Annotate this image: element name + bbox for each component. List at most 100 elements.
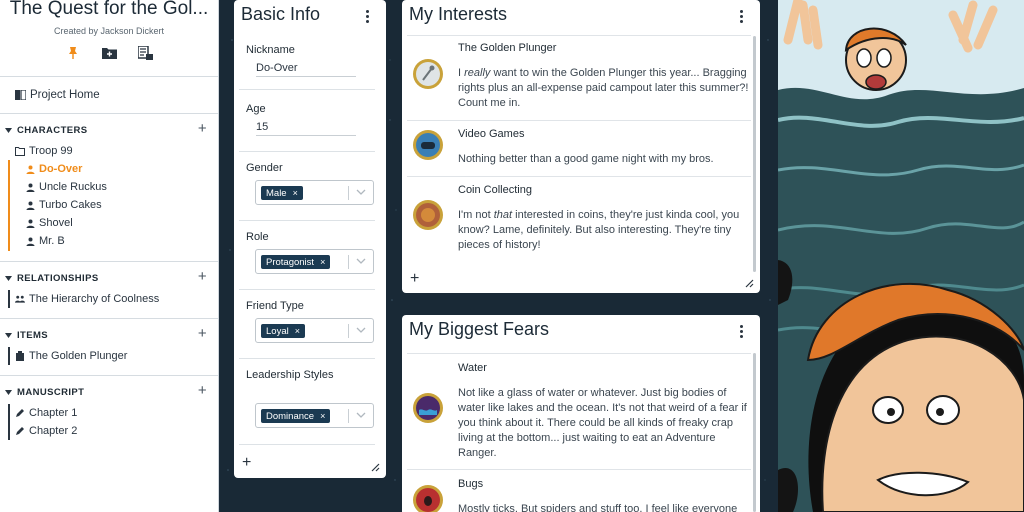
created-by: Created by Jackson Dickert [53,26,165,36]
more-options-icon[interactable] [366,10,370,23]
add-item-button[interactable]: + [198,325,207,342]
manuscript-header[interactable]: MANUSCRIPT + [0,382,218,400]
character-label: Turbo Cakes [39,199,102,211]
pencil-icon [15,408,25,418]
age-input[interactable]: 15 [256,121,356,136]
character-label: Do-Over [39,163,83,175]
fear-entry[interactable]: Water Not like a glass of water or whate… [407,353,751,470]
gender-chip-label: Male [266,187,287,199]
chapter-item[interactable]: Chapter 2 [0,422,218,440]
friend-type-label: Friend Type [246,300,304,312]
relationship-item[interactable]: The Hierarchy of Coolness [0,290,218,308]
fear-entry[interactable]: Bugs Mostly ticks. But spiders and stuff… [407,470,751,512]
relationships-section: RELATIONSHIPS + The Hierarchy of Coolnes… [0,262,218,319]
add-character-button[interactable]: + [198,120,207,137]
friend-type-select[interactable]: Loyal × [255,318,374,343]
item-label: The Golden Plunger [29,350,128,362]
character-label: Uncle Ruckus [39,181,107,193]
select-divider [348,255,349,269]
fear-text: Not like a glass of water or whatever. J… [458,387,747,459]
relationships-header[interactable]: RELATIONSHIPS + [0,268,218,286]
role-label: Role [246,231,269,243]
person-icon [25,200,35,210]
gender-select[interactable]: Male × [255,180,374,205]
book-icon [15,90,26,100]
age-field: Age 15 [239,90,375,152]
resize-handle-icon[interactable] [744,278,754,288]
character-image [778,0,1024,512]
character-label: Shovel [39,217,73,229]
more-options-icon[interactable] [740,10,744,23]
interest-entry[interactable]: Coin Collecting I'm not that interested … [407,177,751,263]
characters-label: CHARACTERS [17,124,88,136]
remove-chip-icon[interactable]: × [320,257,325,267]
leadership-field: Leadership Styles Dominance × [239,359,375,445]
interests-title: My Interests [409,4,508,24]
add-folder-icon[interactable] [101,45,117,61]
remove-chip-icon[interactable]: × [293,188,298,198]
person-icon [25,164,35,174]
interest-entry[interactable]: The Golden Plunger I really want to win … [407,35,751,121]
plunger-badge-icon [413,59,443,89]
chevron-down-icon[interactable] [356,256,366,266]
items-header[interactable]: ITEMS + [0,325,218,343]
nickname-input[interactable]: Do-Over [256,62,356,77]
interest-title: Video Games [458,128,525,140]
project-header: The Quest for the Gol... Created by Jack… [0,0,218,77]
friend-type-field: Friend Type Loyal × [239,290,375,359]
add-field-button[interactable]: + [242,454,251,472]
chevron-down-icon[interactable] [356,410,366,420]
item-icon [15,351,25,361]
character-folder[interactable]: Troop 99 [0,142,218,160]
nickname-field: Nickname Do-Over [239,38,375,90]
interest-text: I really want to win the Golden Plunger … [458,66,751,111]
basic-info-panel: Basic Info Nickname Do-Over Age 15 Gende… [234,0,386,478]
leadership-select[interactable]: Dominance × [255,403,374,428]
character-item[interactable]: Turbo Cakes [0,196,218,214]
friend-type-chip: Loyal × [261,324,305,338]
interest-entry[interactable]: Video Games Nothing better than a good g… [407,121,751,177]
character-item[interactable]: Uncle Ruckus [0,178,218,196]
person-icon [25,236,35,246]
interest-title: Coin Collecting [458,184,532,196]
remove-chip-icon[interactable]: × [295,326,300,336]
characters-header[interactable]: CHARACTERS + [0,120,218,138]
character-item[interactable]: Do-Over [0,160,218,178]
role-select[interactable]: Protagonist × [255,249,374,274]
items-label: ITEMS [17,329,49,341]
character-item[interactable]: Mr. B [0,232,218,250]
age-label: Age [246,103,266,115]
scrollbar[interactable] [753,36,756,272]
interests-panel: My Interests The Golden Plunger I really… [402,0,760,293]
interest-title: The Golden Plunger [458,42,557,54]
sidebar: The Quest for the Gol... Created by Jack… [0,0,219,512]
item-entry[interactable]: The Golden Plunger [0,347,218,365]
chevron-down-icon[interactable] [356,325,366,335]
folder-icon [15,146,25,156]
project-home-link[interactable]: Project Home [0,77,218,114]
relationships-label: RELATIONSHIPS [17,272,99,284]
fears-panel: My Biggest Fears Water Not like a glass … [402,315,760,512]
more-options-icon[interactable] [740,325,744,338]
character-label: Mr. B [39,235,65,247]
role-chip: Protagonist × [261,255,331,269]
character-item[interactable]: Shovel [0,214,218,232]
add-chapter-button[interactable]: + [198,382,207,399]
chapter-label: Chapter 1 [29,407,78,419]
catalog-icon[interactable] [137,45,153,61]
project-title[interactable]: The Quest for the Gol... [0,0,218,18]
gender-chip: Male × [261,186,303,200]
leadership-chip: Dominance × [261,409,331,423]
add-relationship-button[interactable]: + [198,268,207,285]
interest-text-em: that [493,209,513,221]
basic-info-title: Basic Info [241,4,321,24]
friend-type-chip-label: Loyal [266,325,289,337]
remove-chip-icon[interactable]: × [320,411,325,421]
chevron-down-icon[interactable] [356,187,366,197]
interest-text-em: really [464,67,491,79]
pin-icon[interactable] [65,45,81,61]
chapter-item[interactable]: Chapter 1 [0,404,218,422]
resize-handle-icon[interactable] [370,462,380,472]
add-interest-button[interactable]: + [410,270,419,288]
scrollbar[interactable] [753,353,756,512]
